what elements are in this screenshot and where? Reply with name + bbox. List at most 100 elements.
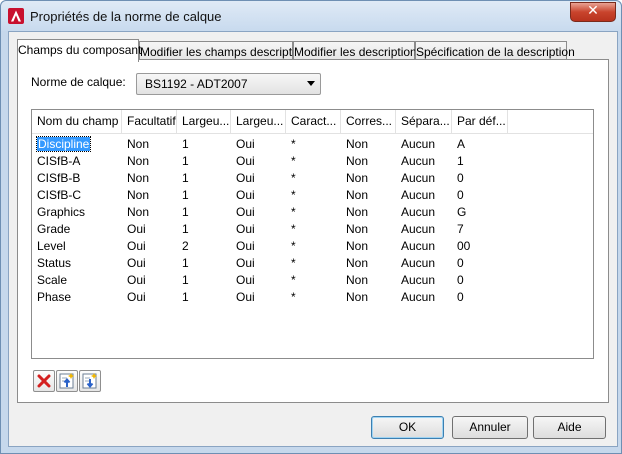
width-cell[interactable]: 1 <box>177 136 189 153</box>
char-cell[interactable]: * <box>286 255 296 272</box>
field-name-cell[interactable]: CISfB-C <box>32 187 81 204</box>
fixed-width-cell[interactable]: Oui <box>231 238 255 255</box>
table-row[interactable]: CISfB-A Non 1 Oui * Non Aucun 1 <box>32 153 593 170</box>
ok-button[interactable]: OK <box>371 416 444 439</box>
separator-cell[interactable]: Aucun <box>396 221 435 238</box>
layer-standard-dropdown[interactable]: BS1192 - ADT2007 <box>136 73 321 95</box>
optional-cell[interactable]: Non <box>122 187 149 204</box>
fixed-width-cell[interactable]: Oui <box>231 170 255 187</box>
default-cell[interactable]: 7 <box>452 221 464 238</box>
width-cell[interactable]: 1 <box>177 289 189 306</box>
separator-cell[interactable]: Aucun <box>396 255 435 272</box>
match-cell[interactable]: Non <box>341 170 368 187</box>
separator-cell[interactable]: Aucun <box>396 238 435 255</box>
fixed-width-cell[interactable]: Oui <box>231 136 255 153</box>
match-cell[interactable]: Non <box>341 153 368 170</box>
column-header[interactable]: Largeu... <box>177 110 231 133</box>
default-cell[interactable]: A <box>452 136 465 153</box>
fixed-width-cell[interactable]: Oui <box>231 272 255 289</box>
match-cell[interactable]: Non <box>341 204 368 221</box>
width-cell[interactable]: 1 <box>177 272 189 289</box>
table-row[interactable]: CISfB-C Non 1 Oui * Non Aucun 0 <box>32 187 593 204</box>
table-row[interactable]: Grade Oui 1 Oui * Non Aucun 7 <box>32 221 593 238</box>
default-cell[interactable]: 00 <box>452 238 470 255</box>
char-cell[interactable]: * <box>286 238 296 255</box>
char-cell[interactable]: * <box>286 170 296 187</box>
default-cell[interactable]: 0 <box>452 289 464 306</box>
separator-cell[interactable]: Aucun <box>396 204 435 221</box>
column-header[interactable]: Largeu... <box>231 110 286 133</box>
char-cell[interactable]: * <box>286 221 296 238</box>
field-name-cell[interactable]: Discipline <box>32 136 92 153</box>
column-header[interactable]: Sépara... <box>396 110 452 133</box>
char-cell[interactable]: * <box>286 187 296 204</box>
default-cell[interactable]: 0 <box>452 272 464 289</box>
optional-cell[interactable]: Oui <box>122 272 146 289</box>
default-cell[interactable]: 0 <box>452 187 464 204</box>
optional-cell[interactable]: Oui <box>122 238 146 255</box>
separator-cell[interactable]: Aucun <box>396 136 435 153</box>
table-row[interactable]: Graphics Non 1 Oui * Non Aucun G <box>32 204 593 221</box>
optional-cell[interactable]: Oui <box>122 255 146 272</box>
close-button[interactable]: ✕ <box>570 2 616 22</box>
match-cell[interactable]: Non <box>341 187 368 204</box>
column-header[interactable]: Par déf... <box>452 110 508 133</box>
match-cell[interactable]: Non <box>341 289 368 306</box>
optional-cell[interactable]: Non <box>122 136 149 153</box>
match-cell[interactable]: Non <box>341 255 368 272</box>
match-cell[interactable]: Non <box>341 136 368 153</box>
field-name-cell[interactable]: Level <box>32 238 66 255</box>
tab-champs-du-composant[interactable]: Champs du composant <box>17 39 141 62</box>
separator-cell[interactable]: Aucun <box>396 289 435 306</box>
char-cell[interactable]: * <box>286 289 296 306</box>
field-name-cell[interactable]: Status <box>32 255 71 272</box>
separator-cell[interactable]: Aucun <box>396 187 435 204</box>
match-cell[interactable]: Non <box>341 238 368 255</box>
field-name-cell[interactable]: Phase <box>32 289 71 306</box>
field-name-cell[interactable]: CISfB-B <box>32 170 80 187</box>
optional-cell[interactable]: Non <box>122 204 149 221</box>
table-row[interactable]: Status Oui 1 Oui * Non Aucun 0 <box>32 255 593 272</box>
fixed-width-cell[interactable]: Oui <box>231 153 255 170</box>
optional-cell[interactable]: Non <box>122 170 149 187</box>
column-header[interactable]: Corres... <box>341 110 396 133</box>
table-row[interactable]: Phase Oui 1 Oui * Non Aucun 0 <box>32 289 593 306</box>
width-cell[interactable]: 1 <box>177 187 189 204</box>
match-cell[interactable]: Non <box>341 272 368 289</box>
separator-cell[interactable]: Aucun <box>396 153 435 170</box>
title-bar[interactable]: Propriétés de la norme de calque ✕ <box>1 1 621 31</box>
field-name-cell[interactable]: CISfB-A <box>32 153 80 170</box>
delete-field-button[interactable] <box>33 370 55 392</box>
fixed-width-cell[interactable]: Oui <box>231 221 255 238</box>
width-cell[interactable]: 1 <box>177 204 189 221</box>
move-up-button[interactable] <box>56 370 78 392</box>
optional-cell[interactable]: Oui <box>122 221 146 238</box>
field-name-cell[interactable]: Scale <box>32 272 67 289</box>
table-row[interactable]: CISfB-B Non 1 Oui * Non Aucun 0 <box>32 170 593 187</box>
default-cell[interactable]: 0 <box>452 170 464 187</box>
width-cell[interactable]: 2 <box>177 238 189 255</box>
width-cell[interactable]: 1 <box>177 153 189 170</box>
table-row[interactable]: Scale Oui 1 Oui * Non Aucun 0 <box>32 272 593 289</box>
optional-cell[interactable]: Oui <box>122 289 146 306</box>
width-cell[interactable]: 1 <box>177 221 189 238</box>
field-name-cell[interactable]: Grade <box>32 221 70 238</box>
match-cell[interactable]: Non <box>341 221 368 238</box>
column-header[interactable]: Nom du champ <box>32 110 122 133</box>
column-header[interactable]: Caract... <box>286 110 341 133</box>
char-cell[interactable]: * <box>286 204 296 221</box>
help-button[interactable]: Aide <box>533 416 606 439</box>
cancel-button[interactable]: Annuler <box>452 416 528 439</box>
fixed-width-cell[interactable]: Oui <box>231 187 255 204</box>
field-name-cell[interactable]: Graphics <box>32 204 85 221</box>
fixed-width-cell[interactable]: Oui <box>231 204 255 221</box>
fixed-width-cell[interactable]: Oui <box>231 289 255 306</box>
default-cell[interactable]: 1 <box>452 153 464 170</box>
table-row[interactable]: Level Oui 2 Oui * Non Aucun 00 <box>32 238 593 255</box>
default-cell[interactable]: 0 <box>452 255 464 272</box>
width-cell[interactable]: 1 <box>177 255 189 272</box>
char-cell[interactable]: * <box>286 153 296 170</box>
move-down-button[interactable] <box>79 370 101 392</box>
column-header[interactable]: Facultatif <box>122 110 177 133</box>
table-row[interactable]: Discipline Non 1 Oui * Non Aucun A <box>32 136 593 153</box>
